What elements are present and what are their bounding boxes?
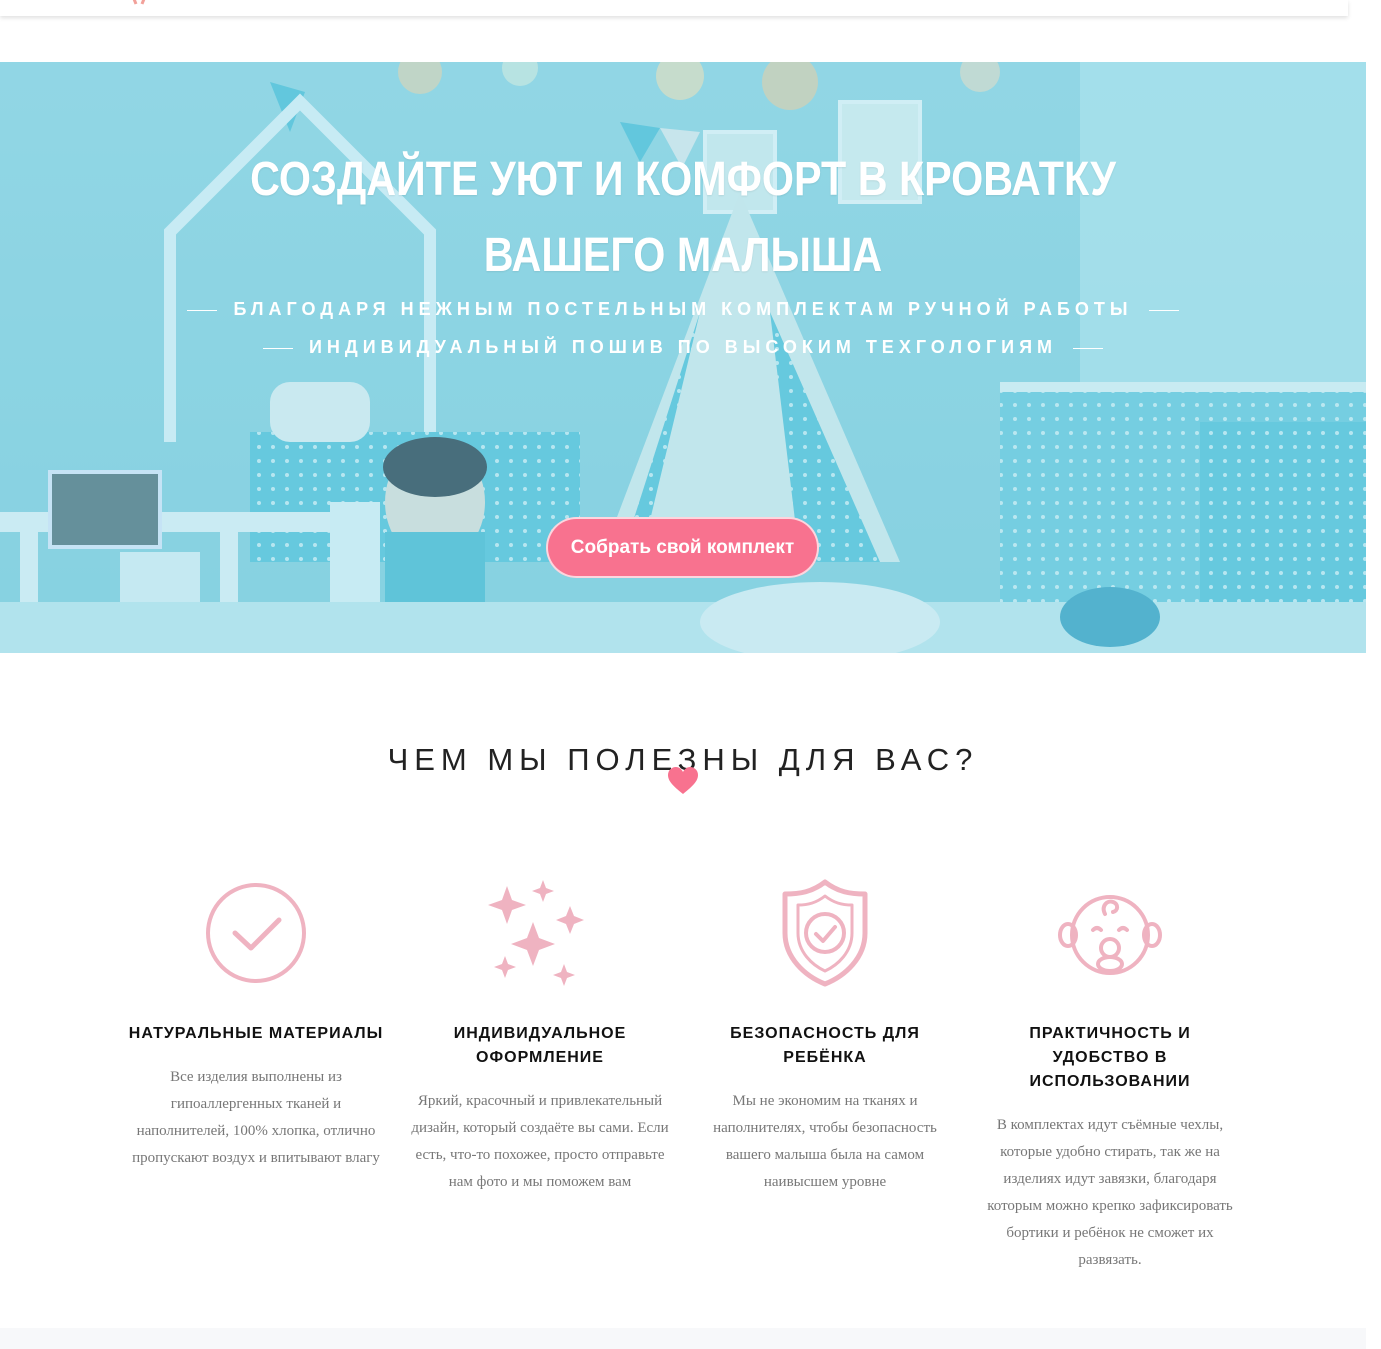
next-section-strip (0, 1328, 1366, 1349)
benefit-description: Все изделия выполнены из гипоаллергенных… (132, 1069, 380, 1166)
hero-subtitle-1: БЛАГОДАРЯ НЕЖНЫМ ПОСТЕЛЬНЫМ КОМПЛЕКТАМ Р… (0, 297, 1366, 321)
benefit-title: ИНДИВИДУАЛЬНОЕ ОФОРМЛЕНИЕ (453, 1025, 627, 1066)
benefit-child-safety: БЕЗОПАСНОСТЬ ДЛЯ РЕБЁНКА Мы не экономим … (695, 878, 955, 1196)
divider-line (1073, 347, 1104, 349)
check-circle-icon (206, 883, 306, 983)
divider-line (262, 347, 293, 349)
hero-title-line1: СОЗДАЙТЕ УЮТ И КОМФОРТ В КРОВАТКУ (250, 153, 1116, 206)
benefit-description: Яркий, красочный и привлекательный дизай… (411, 1093, 669, 1190)
hero-title-line2: ВАШЕГО МАЛЫША (483, 229, 883, 282)
divider-line (1148, 309, 1179, 311)
benefit-title: НАТУРАЛЬНЫЕ МАТЕРИАЛЫ (128, 1025, 384, 1042)
hero-subtitle-2: ИНДИВИДУАЛЬНЫЙ ПОШИВ ПО ВЫСОКИМ ТЕХГОЛОГ… (0, 335, 1366, 359)
top-navbar (0, 0, 1348, 16)
benefit-description: В комплектах идут съёмные чехлы, которые… (987, 1117, 1233, 1268)
hero-subtitle-1-text: БЛАГОДАРЯ НЕЖНЫМ ПОСТЕЛЬНЫМ КОМПЛЕКТАМ Р… (233, 299, 1133, 319)
build-kit-button[interactable]: Собрать свой комплект (546, 517, 819, 578)
hero-banner: СОЗДАЙТЕ УЮТ И КОМФОРТ В КРОВАТКУ ВАШЕГО… (0, 62, 1366, 653)
benefit-title: ПРАКТИЧНОСТЬ И УДОБСТВО В ИСПОЛЬЗОВАНИИ (1029, 1025, 1191, 1090)
benefit-natural-materials: НАТУРАЛЬНЫЕ МАТЕРИАЛЫ Все изделия выполн… (126, 878, 386, 1172)
logo-icon[interactable] (128, 0, 150, 6)
benefit-individual-design: ИНДИВИДУАЛЬНОЕ ОФОРМЛЕНИЕ Яркий, красочн… (410, 878, 670, 1196)
hero-title: СОЗДАЙТЕ УЮТ И КОМФОРТ В КРОВАТКУ ВАШЕГО… (96, 142, 1271, 294)
hero-subtitle-2-text: ИНДИВИДУАЛЬНЫЙ ПОШИВ ПО ВЫСОКИМ ТЕХГОЛОГ… (308, 337, 1058, 357)
divider-line (187, 309, 218, 311)
baby-face-icon (1058, 895, 1162, 975)
benefit-description: Мы не экономим на тканях и наполнителях,… (713, 1093, 937, 1190)
shield-check-icon (782, 879, 868, 987)
sparkles-icon (488, 880, 584, 986)
benefit-practicality: ПРАКТИЧНОСТЬ И УДОБСТВО В ИСПОЛЬЗОВАНИИ … (980, 878, 1240, 1274)
heart-icon (668, 767, 698, 794)
benefit-title: БЕЗОПАСНОСТЬ ДЛЯ РЕБЁНКА (730, 1025, 920, 1066)
